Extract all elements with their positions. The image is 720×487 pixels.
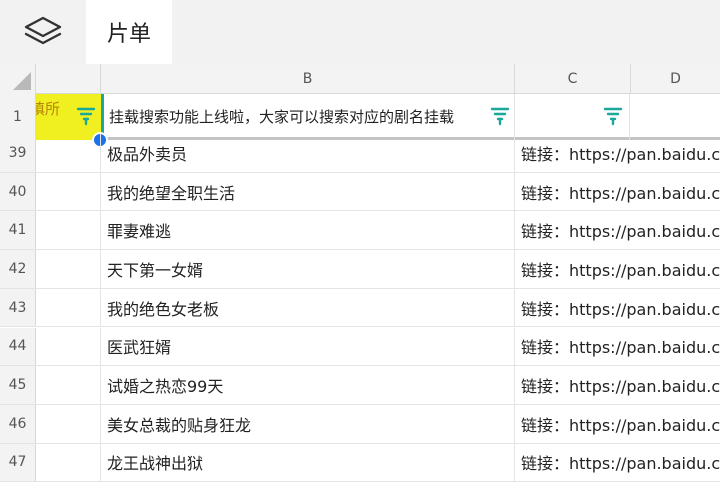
row-number[interactable]: 46: [0, 404, 36, 443]
cell-b-title[interactable]: 极品外卖员: [101, 134, 515, 172]
cell-c-link[interactable]: 链接：https://pan.baidu.com: [515, 289, 720, 327]
cell-c-link[interactable]: 链接：https://pan.baidu.com: [515, 366, 720, 404]
select-all-corner[interactable]: [0, 64, 36, 94]
cell-a[interactable]: [36, 134, 101, 172]
row-number[interactable]: 40: [0, 172, 36, 211]
filter-icon[interactable]: [76, 106, 96, 126]
table-row: 42 天下第一女婿链接：https://pan.baidu.com: [0, 250, 720, 289]
sheet-tab[interactable]: 片单: [86, 0, 172, 64]
cell-c-link[interactable]: 链接：https://pan.baidu.com: [515, 328, 720, 366]
cell-c-link[interactable]: 链接：https://pan.baidu.com: [515, 405, 720, 443]
cell-c-link[interactable]: 链接：https://pan.baidu.com: [515, 211, 720, 249]
column-header-b[interactable]: B: [101, 64, 515, 94]
row-number[interactable]: 44: [0, 327, 36, 366]
cell-a[interactable]: [36, 288, 101, 327]
column-header-d[interactable]: D: [631, 64, 720, 94]
cell-b-title[interactable]: 美女总裁的贴身狂龙: [101, 404, 515, 443]
row-number[interactable]: 39: [0, 134, 36, 172]
table-row: 41 罪妻难逃链接：https://pan.baidu.com: [0, 211, 720, 251]
row-number[interactable]: 45: [0, 366, 36, 404]
cell-a[interactable]: [36, 250, 101, 288]
row-number[interactable]: 42: [0, 250, 36, 288]
cell-b-title[interactable]: 龙王战神出狱: [101, 443, 515, 482]
table-row: 40 我的绝望全职生活链接：https://pan.baidu.com: [0, 172, 720, 212]
cell-b1-text: 挂载搜索功能上线啦，大家可以搜索对应的剧名挂载: [109, 108, 455, 126]
table-row: 44 医武狂婿链接：https://pan.baidu.com: [0, 327, 720, 367]
cell-a[interactable]: [36, 404, 101, 443]
cell-a[interactable]: [36, 211, 101, 250]
cell-b-title[interactable]: 试婚之热恋99天: [101, 366, 515, 404]
top-bar: 片单: [0, 0, 720, 64]
cell-a[interactable]: [36, 366, 101, 404]
column-header-a[interactable]: [36, 64, 101, 94]
table-row: 45 试婚之热恋99天链接：https://pan.baidu.com: [0, 366, 720, 405]
cell-a1-text: 瑱所: [36, 100, 61, 118]
cell-b-title[interactable]: 我的绝望全职生活: [101, 172, 515, 211]
spreadsheet-grid: B C D 1 瑱所 挂载搜索功能上线啦，大家可以搜索对应的剧名挂载 39 极品…: [0, 64, 720, 487]
cell-a[interactable]: [36, 443, 101, 482]
cell-a[interactable]: [36, 172, 101, 211]
table-row: 47 龙王战神出狱链接：https://pan.baidu.com: [0, 443, 720, 483]
cell-a[interactable]: [36, 327, 101, 366]
layers-icon: [24, 16, 62, 45]
table-row: 39 极品外卖员链接：https://pan.baidu.com: [0, 134, 720, 173]
cell-b-title[interactable]: 罪妻难逃: [101, 211, 515, 250]
filter-icon[interactable]: [603, 106, 623, 126]
cell-c-link[interactable]: 链接：https://pan.baidu.com: [515, 134, 720, 172]
row-number[interactable]: 47: [0, 443, 36, 482]
cell-b-title[interactable]: 医武狂婿: [101, 327, 515, 366]
cell-b-title[interactable]: 天下第一女婿: [101, 250, 515, 288]
cell-b-title[interactable]: 我的绝色女老板: [101, 288, 515, 327]
row-number[interactable]: 43: [0, 288, 36, 327]
column-header-bar: B C D: [0, 64, 720, 94]
cell-c-link[interactable]: 链接：https://pan.baidu.com: [515, 250, 720, 288]
column-header-c[interactable]: C: [515, 64, 631, 94]
row-number[interactable]: 41: [0, 211, 36, 250]
filter-icon[interactable]: [490, 106, 510, 126]
layers-button[interactable]: [0, 0, 86, 64]
cell-c-link[interactable]: 链接：https://pan.baidu.com: [515, 173, 720, 211]
table-row: 43 我的绝色女老板链接：https://pan.baidu.com: [0, 288, 720, 328]
table-row: 46 美女总裁的贴身狂龙链接：https://pan.baidu.com: [0, 404, 720, 444]
cell-c-link[interactable]: 链接：https://pan.baidu.com: [515, 444, 720, 482]
